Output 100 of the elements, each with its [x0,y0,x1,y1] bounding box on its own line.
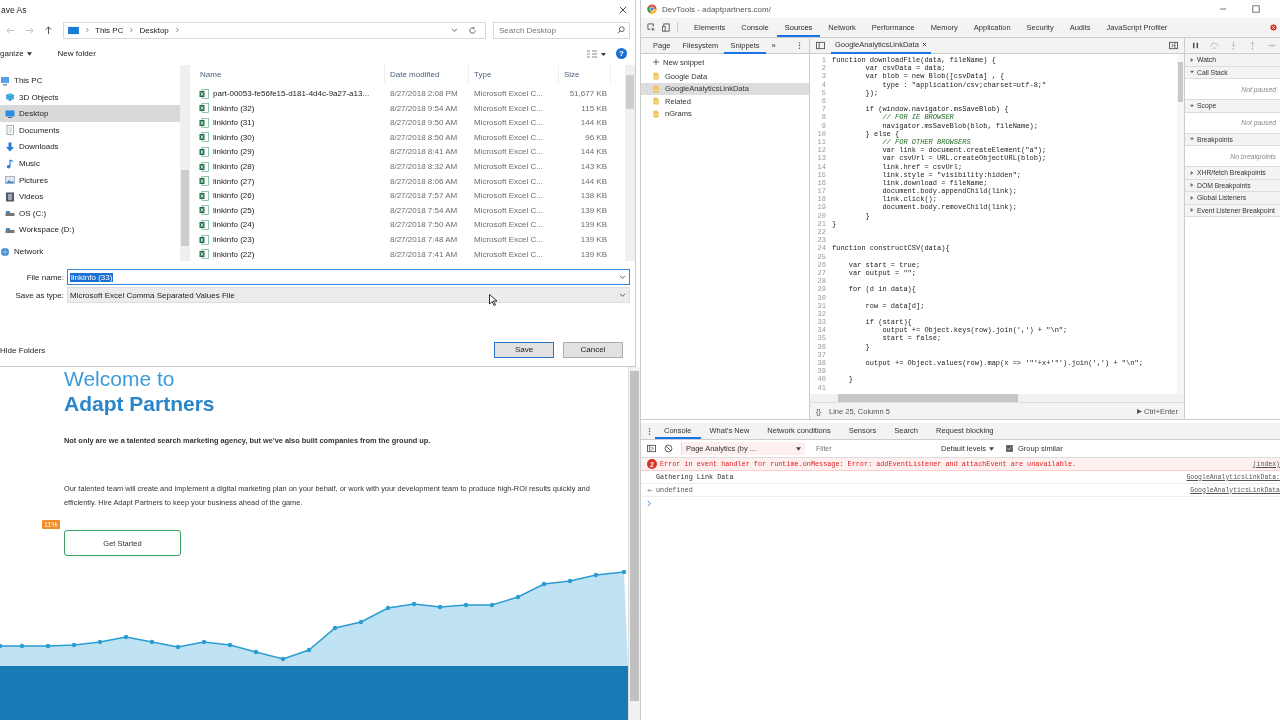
checkbox[interactable] [1006,445,1014,452]
file-name[interactable]: linkinfo (29) [213,147,255,157]
mouse-cursor-icon [489,294,497,307]
file-name[interactable]: linkinfo (28) [213,162,255,172]
nav-item[interactable]: Documents [0,122,180,139]
scrollbar[interactable] [625,65,635,262]
chevron-icon [174,27,179,34]
spreadsheet-icon [199,176,209,187]
search-icon [617,26,625,35]
file-date: 8/27/2018 7:57 AM [389,191,459,201]
computer-icon [68,25,79,35]
picture-icon [5,175,15,186]
caret-icon [796,446,801,451]
new-folder-button[interactable]: New folder [57,49,96,59]
file-name[interactable]: linkinfo (26) [213,191,255,201]
computer-icon [0,75,10,86]
help-button[interactable]: ? [616,48,627,60]
spreadsheet-icon [199,205,209,216]
save-type-dropdown[interactable]: Microsoft Excel Comma Separated Values File [67,287,630,304]
scrollbar[interactable] [628,367,640,720]
nav-item[interactable]: Pictures [0,171,180,189]
column-header[interactable]: Type [469,65,559,84]
dialog-title: ave As [0,4,27,15]
more-options-icon[interactable] [648,426,651,436]
file-name[interactable]: linkinfo (22) [213,249,255,259]
nav-item[interactable]: This PC [0,72,180,89]
nav-item[interactable]: Videos [0,188,180,206]
device-toggle-icon[interactable] [662,23,671,32]
file-name[interactable]: linkinfo (25) [213,205,255,215]
sidebar-toggle-icon[interactable] [816,41,825,50]
scrollbar[interactable] [1177,54,1184,394]
address-bar[interactable]: This PC Desktop [63,21,486,39]
file-icon [653,84,659,93]
file-size: 51,677 KB [568,89,608,99]
caret-icon[interactable] [619,292,626,298]
nav-item[interactable]: Music [0,155,180,172]
nav-item[interactable]: OS (C:) [0,205,180,222]
file-name-field[interactable]: linkinfo (33) [67,269,630,286]
file-date: 8/27/2018 8:41 AM [389,147,459,157]
column-header[interactable]: Name [195,65,385,84]
sidebar-toggle-icon[interactable] [647,444,656,453]
inspect-icon[interactable] [647,23,656,32]
caret-icon[interactable] [619,274,626,280]
file-name[interactable]: linkinfo (24) [213,220,255,230]
nav-item[interactable]: Downloads [0,138,180,156]
pause-icon[interactable] [1191,41,1200,50]
file-date: 8/27/2018 7:48 AM [389,235,459,245]
file-name[interactable]: part-00053-fe56fe15-d181-4d4c-9a27-a13... [213,89,370,99]
column-header[interactable]: Size [559,65,611,84]
view-options-icon[interactable] [586,49,606,58]
film-icon [5,191,15,202]
spreadsheet-icon [199,103,209,114]
file-type: Microsoft Excel C... [473,205,544,215]
error-count-icon[interactable] [1270,24,1277,31]
sidebar-toggle-icon[interactable] [1169,41,1178,50]
close-icon[interactable] [619,5,627,14]
maximize-icon[interactable] [1252,5,1260,13]
download-icon [5,141,15,152]
dropdown-caret-icon[interactable] [451,27,458,33]
horizontal-scrollbar[interactable] [810,394,1184,402]
scrollbar[interactable] [180,65,190,262]
hide-folders-button[interactable]: Hide Folders [0,346,46,355]
caret-icon [26,51,32,56]
file-name[interactable]: linkinfo (30) [213,132,255,142]
drive-icon [5,208,15,219]
file-name[interactable]: linkinfo (23) [213,235,255,245]
file-size: 143 KB [579,162,608,172]
clear-console-icon[interactable] [664,444,673,453]
close-icon[interactable] [921,42,927,47]
nav-item[interactable]: Desktop [0,105,180,123]
more-options-icon[interactable] [798,41,801,50]
file-size: 139 KB [579,249,608,259]
breadcrumb-item[interactable]: This PC [95,25,124,35]
nav-item[interactable]: Workspace (D:) [0,221,180,239]
browser-logo-icon [647,4,657,14]
file-name[interactable]: linkinfo (31) [213,118,255,128]
save-button[interactable]: Save [494,342,554,358]
nav-item[interactable]: Network [0,243,180,260]
file-date: 8/27/2018 7:50 AM [389,220,459,230]
prompt-icon[interactable] [646,499,653,507]
file-size: 139 KB [579,220,608,230]
file-type: Microsoft Excel C... [473,249,544,259]
file-icon [653,72,659,81]
spreadsheet-icon [199,190,209,201]
cancel-button[interactable]: Cancel [563,342,623,358]
organize-button[interactable]: ganize [0,49,32,59]
search-field[interactable]: Search Desktop [493,21,630,39]
column-header[interactable]: Date modified [385,65,469,84]
refresh-icon[interactable] [468,25,477,35]
nav-item[interactable]: 3D Objects [0,88,180,106]
breadcrumb-item[interactable]: Desktop [139,25,169,35]
file-date: 8/27/2018 2:08 PM [389,89,459,99]
triangle-icon [1190,137,1194,142]
run-icon[interactable] [1137,408,1142,414]
file-name[interactable]: linkinfo (27) [213,176,255,186]
field-label: File name: [25,272,65,282]
up-arrow-icon[interactable] [44,25,53,35]
music-note-icon [5,158,15,169]
file-name[interactable]: linkinfo (32) [213,103,255,113]
spreadsheet-icon [199,161,209,172]
